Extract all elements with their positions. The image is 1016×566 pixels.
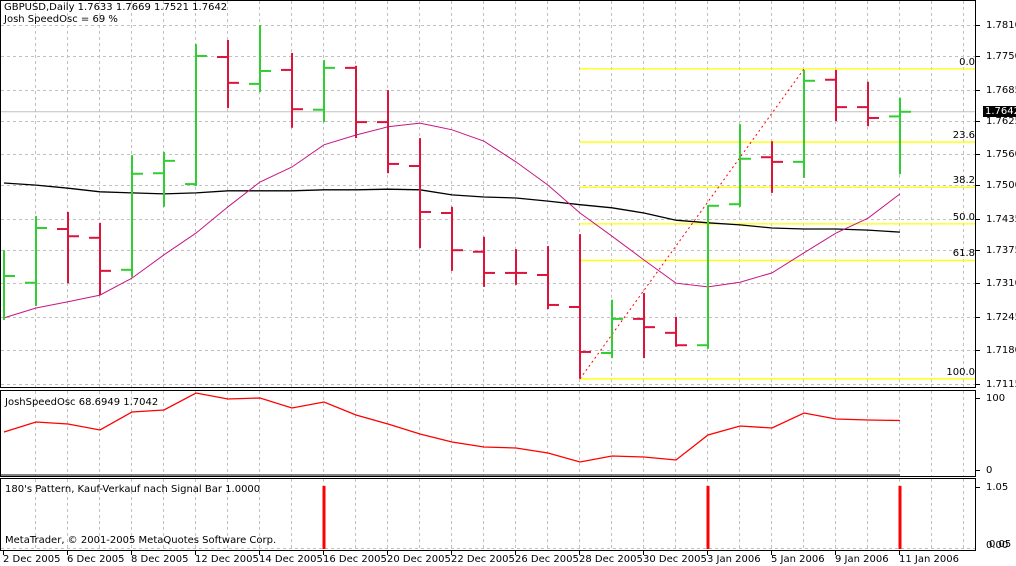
price-axis-label: 1.7435 <box>986 213 1016 225</box>
date-axis-label: 22 Dec 2005 <box>451 554 515 565</box>
signal-label: 180's Pattern, Kauf-Verkauf nach Signal … <box>5 484 261 495</box>
date-axis-label: 8 Dec 2005 <box>131 554 189 565</box>
date-axis-label: 2 Dec 2005 <box>3 554 61 565</box>
price-axis-label: 1.7310 <box>986 277 1016 289</box>
date-axis-label: 28 Dec 2005 <box>579 554 643 565</box>
date-axis-label: 26 Dec 2005 <box>515 554 579 565</box>
price-axis-label: 1.7560 <box>986 148 1016 160</box>
copyright: MetaTrader, © 2001-2005 MetaQuotes Softw… <box>5 535 277 546</box>
price-axis-label: 1.7180 <box>986 344 1016 356</box>
date-axis-label: 6 Dec 2005 <box>67 554 125 565</box>
osc-scale-top: 100 <box>986 393 1006 404</box>
fib-level-label: 61.8 <box>952 248 975 260</box>
fib-level-label: 23.6 <box>952 130 975 142</box>
grid <box>1 1 975 550</box>
ohlc-bars <box>3 25 911 379</box>
price-axis-label: 1.7375 <box>986 244 1016 256</box>
date-axis-label: 9 Jan 2006 <box>835 554 889 565</box>
current-price-label: 1.7642 <box>983 105 1016 117</box>
date-axis-label: 11 Jan 2006 <box>899 554 959 565</box>
fib-level-label: 100.0 <box>946 366 975 378</box>
signal-scale-top: 1.05 <box>986 482 1009 493</box>
date-axis-label: 12 Dec 2005 <box>195 554 259 565</box>
indicator-info: Josh SpeedOsc = 69 % <box>4 14 118 25</box>
date-axis-label: 3 Jan 2006 <box>707 554 761 565</box>
fibonacci-retracement[interactable] <box>580 68 975 380</box>
date-axis-label: 5 Jan 2006 <box>771 554 825 565</box>
price-axis-label: 1.7500 <box>986 179 1016 191</box>
date-axis-label: 16 Dec 2005 <box>323 554 387 565</box>
date-axis-label: 30 Dec 2005 <box>643 554 707 565</box>
price-axis-label: 1.7810 <box>986 19 1016 31</box>
fib-level-label: 38.2 <box>952 175 975 187</box>
price-axis-label: 1.7625 <box>986 115 1016 127</box>
price-axis-label: 1.7115 <box>986 378 1016 390</box>
symbol-info: GBPUSD,Daily 1.7633 1.7669 1.7521 1.7642 <box>4 2 228 13</box>
date-axis-label: 14 Dec 2005 <box>259 554 323 565</box>
signal-scale-bottom-b: 0.05 <box>989 539 1012 550</box>
price-chart[interactable] <box>0 0 1016 566</box>
axis-ticks <box>3 25 980 555</box>
fib-level-label: 50.0 <box>952 211 975 223</box>
date-axis-label: 20 Dec 2005 <box>387 554 451 565</box>
price-axis-label: 1.7750 <box>986 50 1016 62</box>
osc-scale-bottom: 0 <box>986 465 993 476</box>
fib-level-label: 0.0 <box>959 56 975 68</box>
oscillator-label: JoshSpeedOsc 68.6949 1.7042 <box>5 397 159 408</box>
price-axis-label: 1.7245 <box>986 311 1016 323</box>
price-axis-label: 1.7685 <box>986 84 1016 96</box>
